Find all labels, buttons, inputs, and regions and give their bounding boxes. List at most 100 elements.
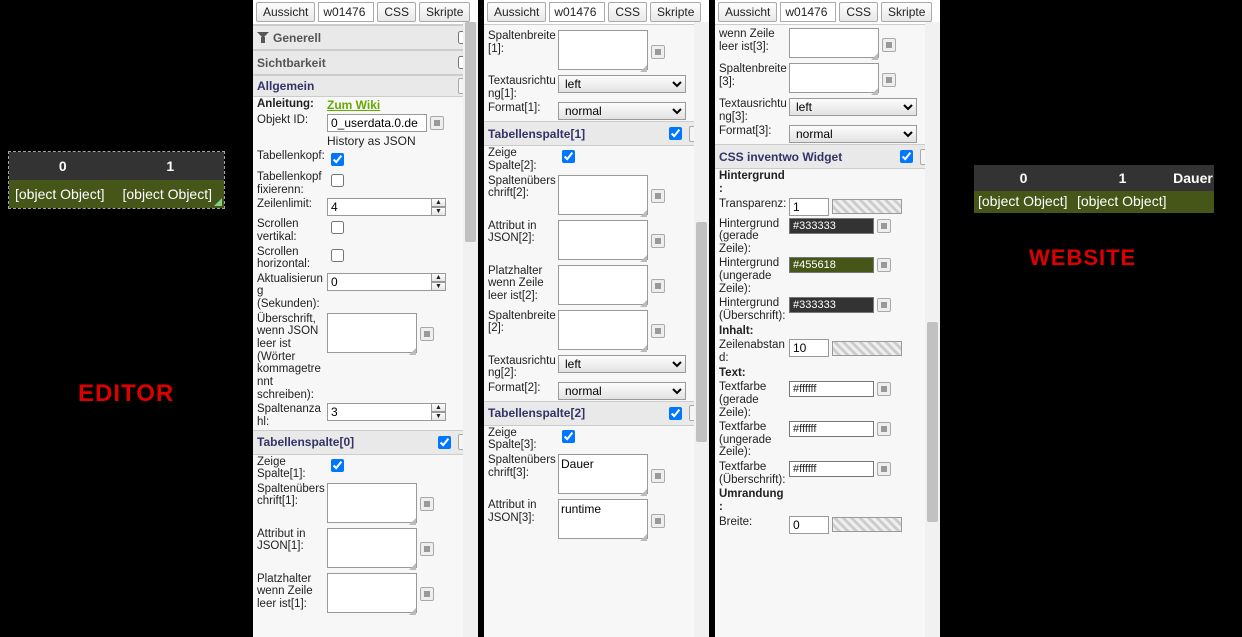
stepper-down[interactable]: ▼: [431, 412, 446, 421]
scroll-horizontal-checkbox[interactable]: [331, 249, 344, 262]
scroll-vertikal-checkbox[interactable]: [331, 221, 344, 234]
anleitung-link[interactable]: Zum Wiki: [327, 98, 380, 112]
edit-button[interactable]: [882, 73, 896, 87]
tab-css[interactable]: CSS: [377, 2, 416, 22]
section-generell[interactable]: Generell: [253, 25, 478, 50]
bg-even-color[interactable]: #333333: [789, 218, 874, 234]
section-tabellenspalte-0[interactable]: Tabellenspalte[0] ▴: [253, 430, 478, 455]
website-cell-1: [object Object]: [1073, 191, 1172, 213]
resize-handle-icon[interactable]: [214, 198, 222, 206]
attrjson3-textarea[interactable]: runtime: [558, 499, 648, 539]
format3-select[interactable]: normal: [789, 125, 917, 143]
zeige-spalte3-checkbox[interactable]: [562, 430, 575, 443]
tabellenspalte0-checkbox[interactable]: [438, 436, 451, 449]
tabellenspalte2-checkbox[interactable]: [669, 407, 682, 420]
platz3-textarea[interactable]: [789, 28, 879, 58]
spaltenueb3-textarea[interactable]: Dauer: [558, 454, 648, 494]
spaltenbreite2-textarea[interactable]: [558, 310, 648, 350]
widget-id-field[interactable]: w01476: [780, 2, 836, 22]
edit-button[interactable]: [651, 189, 665, 203]
transparenz-input[interactable]: [789, 198, 829, 216]
textaus1-select[interactable]: left: [558, 75, 686, 93]
spaltenbreite3-textarea[interactable]: [789, 63, 879, 93]
zeilenlimit-input[interactable]: [327, 198, 432, 216]
scrollbar[interactable]: [463, 22, 478, 637]
section-sichtbarkeit[interactable]: Sichtbarkeit: [253, 50, 478, 75]
section-allgemein[interactable]: Allgemein ▴: [253, 75, 478, 97]
tab-aussicht[interactable]: Aussicht: [487, 2, 546, 22]
tab-skripte[interactable]: Skripte: [881, 2, 932, 22]
scrollbar[interactable]: [694, 22, 709, 637]
bg-odd-color[interactable]: #455618: [789, 257, 874, 273]
tabellenspalte1-checkbox[interactable]: [669, 127, 682, 140]
edit-button[interactable]: [420, 497, 434, 511]
section-css-inventwo[interactable]: CSS inventwo Widget ▴: [715, 144, 940, 169]
ueberschrift-textarea[interactable]: [327, 313, 417, 353]
aktualisierung-input[interactable]: [327, 273, 432, 291]
editor-label: EDITOR: [78, 380, 174, 408]
objektid-input[interactable]: [327, 114, 427, 132]
edit-button[interactable]: [882, 38, 896, 52]
tab-aussicht[interactable]: Aussicht: [718, 2, 777, 22]
edit-button[interactable]: [651, 469, 665, 483]
edit-button[interactable]: [651, 234, 665, 248]
color-pick-button[interactable]: [877, 462, 891, 476]
platz1-textarea[interactable]: [327, 573, 417, 613]
format2-select[interactable]: normal: [558, 382, 686, 400]
tabellenkopf-checkbox[interactable]: [331, 153, 344, 166]
objektid-browse-button[interactable]: [430, 116, 444, 130]
bg-head-color[interactable]: #333333: [789, 297, 874, 313]
spaltenueb2-textarea[interactable]: [558, 175, 648, 215]
stepper-up[interactable]: ▲: [431, 403, 446, 412]
textaus2-select[interactable]: left: [558, 355, 686, 373]
edit-button[interactable]: [420, 587, 434, 601]
txt-head-color[interactable]: #ffffff: [789, 461, 874, 477]
scrollbar[interactable]: [925, 22, 940, 637]
spaltenueb1-textarea[interactable]: [327, 483, 417, 523]
transparenz-slider[interactable]: [832, 199, 902, 214]
edit-button[interactable]: [651, 45, 665, 59]
edit-button[interactable]: [651, 514, 665, 528]
stepper-up[interactable]: ▲: [431, 273, 446, 282]
widget-id-field[interactable]: w01476: [549, 2, 605, 22]
txt-odd-color[interactable]: #ffffff: [789, 421, 874, 437]
tab-css[interactable]: CSS: [608, 2, 647, 22]
color-pick-button[interactable]: [877, 382, 891, 396]
ueberschrift-edit-button[interactable]: [420, 327, 434, 341]
edit-button[interactable]: [420, 542, 434, 556]
zeige-spalte2-checkbox[interactable]: [562, 150, 575, 163]
zeige-spalte1-checkbox[interactable]: [331, 459, 344, 472]
color-pick-button[interactable]: [877, 219, 891, 233]
section-tabellenspalte-1[interactable]: Tabellenspalte[1] ▴: [484, 121, 709, 146]
tab-skripte[interactable]: Skripte: [650, 2, 701, 22]
color-pick-button[interactable]: [877, 298, 891, 312]
tabellenkopf-fix-checkbox[interactable]: [331, 174, 344, 187]
stepper-down[interactable]: ▼: [431, 207, 446, 216]
zeilenabstand-slider[interactable]: [832, 341, 902, 356]
attrjson1-textarea[interactable]: [327, 528, 417, 568]
txt-even-color[interactable]: #ffffff: [789, 381, 874, 397]
edit-button[interactable]: [651, 279, 665, 293]
section-tabellenspalte-2[interactable]: Tabellenspalte[2] ▴: [484, 401, 709, 426]
zeilenabstand-input[interactable]: [789, 339, 829, 357]
edit-button[interactable]: [651, 324, 665, 338]
spaltenbreite1-textarea[interactable]: [558, 30, 648, 70]
css-inventwo-checkbox[interactable]: [900, 150, 913, 163]
tab-skripte[interactable]: Skripte: [419, 2, 470, 22]
breite-input[interactable]: [789, 516, 829, 534]
section-allgemein-label: Allgemein: [257, 79, 314, 93]
tab-aussicht[interactable]: Aussicht: [256, 2, 315, 22]
format1-select[interactable]: normal: [558, 102, 686, 120]
stepper-up[interactable]: ▲: [431, 198, 446, 207]
textaus3-select[interactable]: left: [789, 98, 917, 116]
tab-css[interactable]: CSS: [839, 2, 878, 22]
attrjson2-textarea[interactable]: [558, 220, 648, 260]
stepper-down[interactable]: ▼: [431, 282, 446, 291]
color-pick-button[interactable]: [877, 258, 891, 272]
breite-slider[interactable]: [832, 517, 902, 532]
spaltenanzahl-input[interactable]: [327, 403, 432, 421]
platz2-textarea[interactable]: [558, 265, 648, 305]
widget-id-field[interactable]: w01476: [318, 2, 374, 22]
color-pick-button[interactable]: [877, 422, 891, 436]
editor-widget-preview[interactable]: 0 1 [object Object] [object Object]: [8, 151, 225, 209]
